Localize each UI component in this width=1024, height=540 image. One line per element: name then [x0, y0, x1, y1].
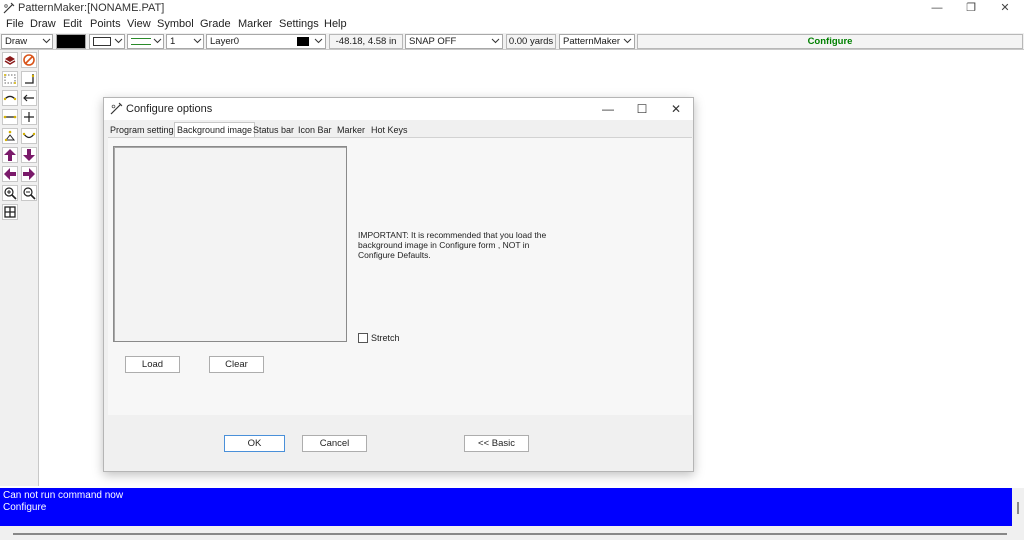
layer-value: Layer0: [210, 36, 240, 47]
title-bar: PatternMaker:[NONAME.PAT] — ❐ ✕: [0, 0, 1024, 17]
line-style-dropdown-icon: [153, 38, 162, 44]
horizontal-scroll-thumb[interactable]: [13, 533, 1007, 535]
toolbar: Draw 1 Layer0 -48.18, 4.58 in SNAP OFF 0…: [0, 33, 1024, 50]
menu-draw[interactable]: Draw: [30, 18, 56, 30]
grid-icon[interactable]: [2, 204, 18, 220]
fill-dropdown-icon: [114, 38, 123, 44]
ok-button[interactable]: OK: [224, 435, 285, 452]
clear-button[interactable]: Clear: [209, 356, 264, 373]
basic-button[interactable]: << Basic: [464, 435, 529, 452]
tab-marker[interactable]: Marker: [337, 123, 365, 137]
layer-select[interactable]: Layer0: [206, 34, 326, 49]
minimize-button[interactable]: —: [920, 0, 954, 17]
tab-background-image[interactable]: Background image: [174, 122, 256, 138]
pen-color-swatch[interactable]: [56, 34, 86, 49]
zoom-in-icon[interactable]: [2, 185, 18, 201]
tool-bar: [0, 50, 39, 486]
triangle-points-icon[interactable]: [2, 128, 18, 144]
background-image-page: Load Clear IMPORTANT: It is recommended …: [108, 137, 692, 415]
arrow-up-icon[interactable]: [2, 147, 18, 163]
menu-marker[interactable]: Marker: [238, 18, 272, 30]
close-button[interactable]: ✕: [988, 0, 1022, 17]
tab-program-settings[interactable]: Program settings: [110, 123, 178, 137]
menu-edit[interactable]: Edit: [63, 18, 82, 30]
snap-select[interactable]: SNAP OFF: [405, 34, 503, 49]
corner-icon[interactable]: [21, 71, 37, 87]
menu-bar: File Draw Edit Points View Symbol Grade …: [0, 17, 1024, 33]
line-style-swatch: [131, 38, 151, 45]
stretch-checkbox[interactable]: [358, 333, 368, 343]
arrow-down-icon[interactable]: [21, 147, 37, 163]
cancel-button[interactable]: Cancel: [302, 435, 367, 452]
menu-symbol[interactable]: Symbol: [157, 18, 194, 30]
fill-color-swatch: [93, 37, 111, 46]
app-mode-value: PatternMaker: [563, 36, 621, 47]
layers-icon[interactable]: [2, 52, 18, 68]
important-note: IMPORTANT: It is recommended that you lo…: [358, 230, 547, 260]
zoom-out-icon[interactable]: [21, 185, 37, 201]
status-panel: Configure: [637, 34, 1023, 49]
layer-dropdown-icon: [314, 38, 323, 44]
mode-dropdown-icon: [42, 38, 51, 44]
dialog-close-button[interactable]: ✕: [659, 98, 693, 120]
status-command: Configure: [3, 502, 47, 513]
coordinates-display: -48.18, 4.58 in: [329, 34, 403, 49]
tab-hot-keys[interactable]: Hot Keys: [371, 123, 408, 137]
restore-button[interactable]: ❐: [954, 0, 988, 17]
dotted-rect-icon[interactable]: [2, 71, 18, 87]
app-mode-dropdown-icon: [623, 38, 632, 44]
arrow-line-icon[interactable]: [21, 90, 37, 106]
menu-settings[interactable]: Settings: [279, 18, 319, 30]
dialog-maximize-button[interactable]: ☐: [625, 98, 659, 120]
layer-color-swatch: [297, 37, 309, 46]
background-image-preview: [113, 146, 347, 342]
vertical-scroll-thumb[interactable]: [1017, 502, 1019, 514]
load-button[interactable]: Load: [125, 356, 180, 373]
crosshair-icon[interactable]: [21, 109, 37, 125]
menu-file[interactable]: File: [6, 18, 24, 30]
arrow-left-icon[interactable]: [2, 166, 18, 182]
menu-points[interactable]: Points: [90, 18, 121, 30]
line-width-value: 1: [170, 36, 176, 47]
tab-status-bar[interactable]: Status bar: [253, 123, 294, 137]
dialog-title: Configure options: [126, 103, 213, 115]
tab-icon-bar[interactable]: Icon Bar: [298, 123, 332, 137]
arrow-right-icon[interactable]: [21, 166, 37, 182]
app-icon: [3, 2, 15, 14]
length-display: 0.00 yards: [506, 34, 556, 49]
smile-curve-icon[interactable]: [21, 128, 37, 144]
menu-view[interactable]: View: [127, 18, 151, 30]
window-title: PatternMaker:[NONAME.PAT]: [18, 2, 165, 14]
stretch-label: Stretch: [371, 333, 400, 343]
horizontal-scrollbar[interactable]: [0, 526, 1024, 540]
snap-value: SNAP OFF: [409, 36, 457, 47]
dialog-minimize-button[interactable]: —: [591, 98, 625, 120]
vertical-scrollbar[interactable]: [1012, 488, 1024, 526]
status-message: Can not run command now: [3, 490, 124, 501]
menu-help[interactable]: Help: [324, 18, 347, 30]
dialog-app-icon: [110, 102, 123, 115]
no-entry-icon[interactable]: [21, 52, 37, 68]
menu-grade[interactable]: Grade: [200, 18, 231, 30]
configure-dialog: Configure options — ☐ ✕ Program settings…: [103, 97, 694, 472]
double-arrow-icon[interactable]: [2, 109, 18, 125]
curve-line-icon[interactable]: [2, 90, 18, 106]
line-width-dropdown-icon: [193, 38, 202, 44]
status-bar: Can not run command now Configure: [0, 488, 1012, 526]
snap-dropdown-icon: [491, 38, 500, 44]
dialog-title-bar: Configure options — ☐ ✕: [104, 98, 693, 120]
mode-value: Draw: [5, 36, 28, 47]
